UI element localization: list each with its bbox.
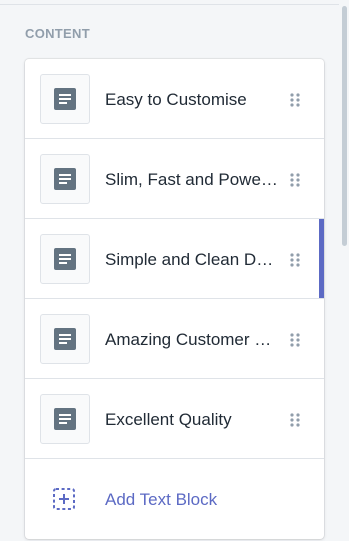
block-thumbnail	[40, 314, 90, 364]
block-label: Excellent Quality	[105, 410, 232, 429]
text-block-icon	[54, 248, 76, 270]
top-divider	[0, 0, 339, 5]
block-row[interactable]: Excellent Quality	[25, 379, 324, 459]
content-blocks-card: Easy to Customise Slim, Fast and Powerfu…	[25, 59, 324, 539]
block-label: Amazing Customer Support	[105, 330, 281, 349]
add-text-block-label: Add Text Block	[105, 490, 218, 509]
drag-handle-icon[interactable]	[290, 93, 300, 107]
drag-handle-icon[interactable]	[290, 413, 300, 427]
block-row-selected[interactable]: Simple and Clean Design	[25, 219, 324, 299]
scrollbar[interactable]	[340, 0, 349, 541]
block-thumbnail	[40, 234, 90, 284]
block-label: Simple and Clean Design	[105, 250, 281, 269]
section-title: CONTENT	[25, 26, 90, 41]
drag-handle-icon[interactable]	[290, 173, 300, 187]
drag-handle-icon[interactable]	[290, 253, 300, 267]
add-text-block-button[interactable]: Add Text Block	[25, 459, 324, 539]
block-thumbnail	[40, 394, 90, 444]
block-thumbnail	[40, 74, 90, 124]
add-block-icon	[53, 488, 75, 510]
block-label: Easy to Customise	[105, 90, 247, 109]
text-block-icon	[54, 328, 76, 350]
text-block-icon	[54, 88, 76, 110]
block-row[interactable]: Easy to Customise	[25, 59, 324, 139]
scrollbar-thumb[interactable]	[342, 6, 347, 246]
drag-handle-icon[interactable]	[290, 333, 300, 347]
text-block-icon	[54, 408, 76, 430]
block-label: Slim, Fast and Powerful	[105, 170, 281, 189]
block-row[interactable]: Slim, Fast and Powerful	[25, 139, 324, 219]
block-thumbnail	[40, 154, 90, 204]
text-block-icon	[54, 168, 76, 190]
block-row[interactable]: Amazing Customer Support	[25, 299, 324, 379]
